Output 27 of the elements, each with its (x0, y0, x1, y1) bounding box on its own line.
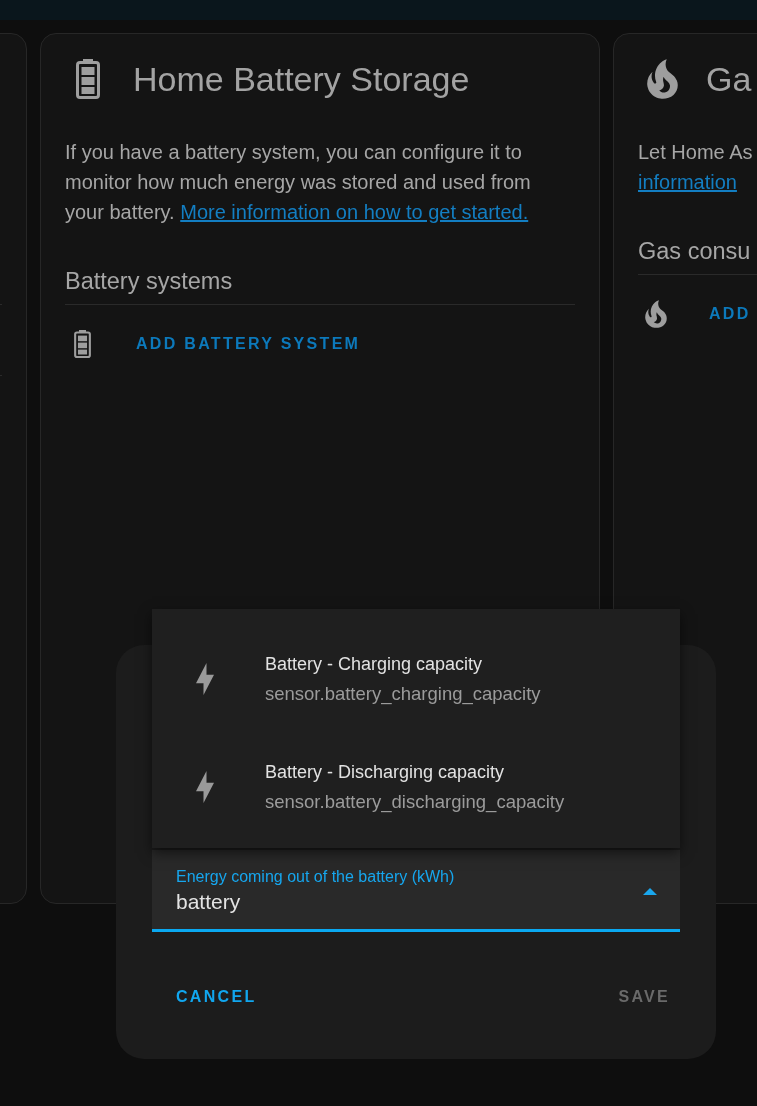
option-entity-id: sensor.battery_discharging_capacity (265, 790, 565, 815)
battery-icon (76, 59, 100, 99)
flame-icon (647, 59, 678, 99)
dropdown-option[interactable]: Battery - Discharging capacity sensor.battery_discharging_capacity (152, 733, 680, 841)
more-info-link[interactable]: information (638, 171, 737, 193)
field-label: Energy coming out of the battery (kWh) (176, 867, 455, 887)
dropdown-option[interactable]: Battery - Charging capacity sensor.battery_charging_capacity (152, 625, 680, 733)
flame-icon (645, 300, 667, 328)
lightning-icon (196, 663, 214, 695)
add-button[interactable]: ADD (701, 296, 757, 332)
section-title: Battery systems (65, 265, 575, 305)
option-entity-id: sensor.battery_charging_capacity (265, 682, 541, 707)
card-description: Let Home As information (638, 140, 754, 195)
caret-icon[interactable] (643, 888, 657, 895)
card-description: If you have a battery system, you can configure it to monitor how much energy was stored and used from your battery. More information on how to get started. (65, 140, 532, 225)
lightning-icon (196, 771, 214, 803)
option-title: Battery - Discharging capacity (265, 761, 506, 784)
cancel-button[interactable]: CANCEL (152, 979, 280, 1015)
add-button[interactable]: ADD BATTERY SYSTEM (128, 326, 369, 362)
more-info-link[interactable]: More information on how to get started. (180, 201, 529, 223)
card-title: Ga (706, 59, 752, 99)
option-title: Battery - Charging capacity (265, 653, 484, 676)
select-field[interactable]: Energy coming out of the battery (kWh) battery (152, 850, 680, 932)
section-title: Gas consu (638, 235, 757, 275)
field-value: battery (176, 889, 242, 915)
card-title: Home Battery Storage (133, 59, 470, 99)
battery-icon (74, 330, 91, 358)
